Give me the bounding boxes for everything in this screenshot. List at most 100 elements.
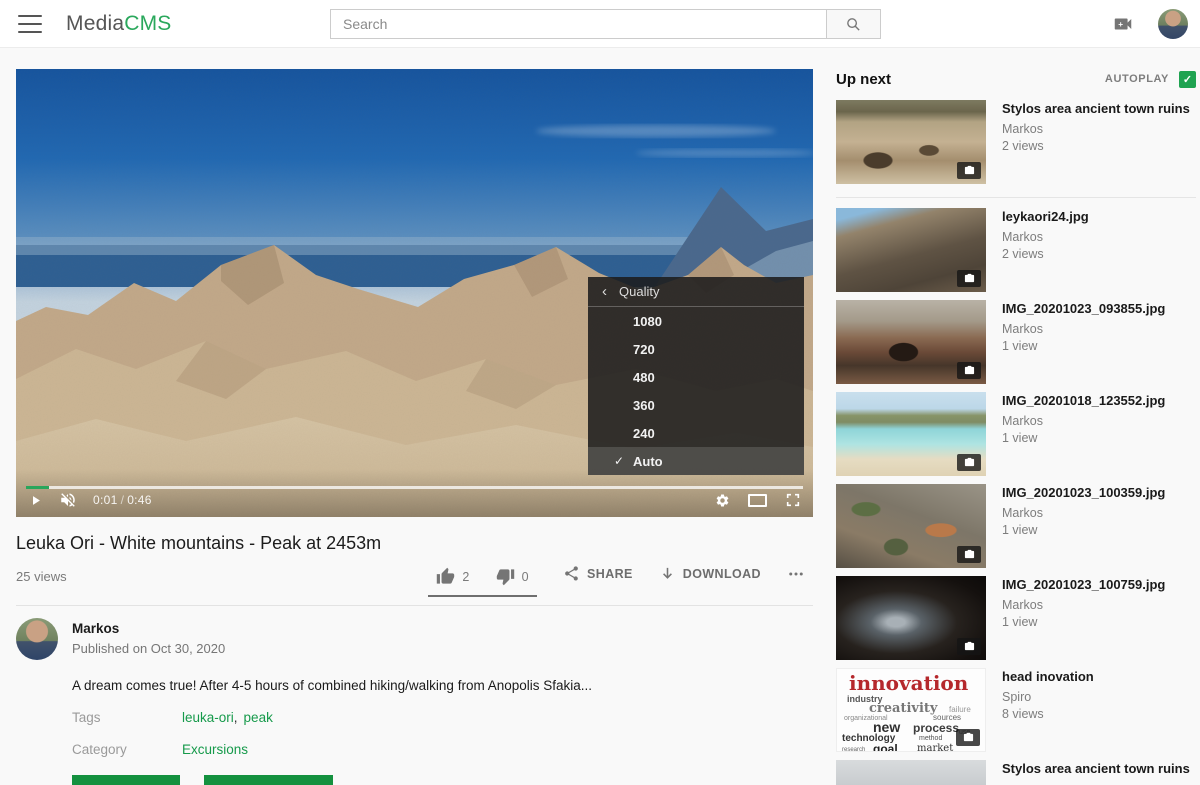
- logo[interactable]: MediaCMS: [66, 12, 171, 36]
- upload-media-button[interactable]: +: [1112, 13, 1134, 35]
- up-next-item-title[interactable]: Stylos area ancient town ruins: [1002, 101, 1196, 117]
- quality-menu-back[interactable]: ‹ Quality: [588, 277, 804, 307]
- up-next-sidebar: Up next AUTOPLAY ✓ Stylos area ancient t…: [836, 69, 1196, 785]
- camera-icon: [964, 641, 975, 652]
- media-thumbnail[interactable]: [836, 484, 986, 568]
- camera-icon: [964, 549, 975, 560]
- up-next-item[interactable]: Stylos area ancient town ruins: [836, 760, 1196, 785]
- camera-badge: [956, 729, 980, 746]
- quality-option-1080[interactable]: 1080: [588, 307, 804, 335]
- time-display: 0:01/0:46: [93, 493, 152, 507]
- quality-option-720[interactable]: 720: [588, 335, 804, 363]
- quality-option-label: 720: [633, 342, 655, 357]
- media-thumbnail[interactable]: [836, 300, 986, 384]
- up-next-item[interactable]: Stylos area ancient town ruins Markos 2 …: [836, 100, 1196, 184]
- quality-option-360[interactable]: 360: [588, 391, 804, 419]
- more-options-button[interactable]: [787, 563, 805, 583]
- gear-icon: [715, 493, 730, 508]
- fullscreen-icon: [785, 492, 801, 508]
- quality-option-label: 240: [633, 426, 655, 441]
- download-label: DOWNLOAD: [683, 567, 761, 581]
- up-next-item[interactable]: failureuseresearchmarketgoalmethodtechno…: [836, 668, 1196, 752]
- user-avatar[interactable]: [1158, 9, 1188, 39]
- media-thumbnail[interactable]: [836, 208, 986, 292]
- media-thumbnail[interactable]: [836, 100, 986, 184]
- quality-option-label: 480: [633, 370, 655, 385]
- wordcloud-word: innovation: [849, 671, 968, 695]
- up-next-item-title[interactable]: Stylos area ancient town ruins: [1002, 761, 1196, 777]
- up-next-item[interactable]: IMG_20201023_100359.jpg Markos 1 view: [836, 484, 1196, 568]
- thumb-up-icon: [436, 567, 455, 586]
- page-content: ‹ Quality 1080720480360240✓Auto 0:01/0:4…: [0, 48, 1200, 785]
- upload-video-icon: +: [1112, 13, 1134, 35]
- media-thumbnail[interactable]: failureuseresearchmarketgoalmethodtechno…: [836, 668, 986, 752]
- play-button[interactable]: [28, 493, 43, 508]
- time-separator: /: [118, 493, 128, 507]
- camera-badge: [957, 270, 981, 287]
- search-icon: [845, 16, 862, 33]
- camera-icon: [964, 273, 975, 284]
- quality-option-240[interactable]: 240: [588, 419, 804, 447]
- media-thumbnail[interactable]: [836, 760, 986, 785]
- up-next-item-title[interactable]: IMG_20201023_093855.jpg: [1002, 301, 1196, 317]
- up-next-item[interactable]: IMG_20201023_093855.jpg Markos 1 view: [836, 300, 1196, 384]
- up-next-item-views: 8 views: [1002, 707, 1196, 721]
- autoplay-label: AUTOPLAY: [1105, 73, 1169, 85]
- up-next-item-views: 2 views: [1002, 139, 1196, 153]
- camera-icon: [963, 732, 974, 743]
- settings-button[interactable]: [715, 493, 730, 508]
- quality-option-480[interactable]: 480: [588, 363, 804, 391]
- share-label: SHARE: [587, 567, 633, 581]
- up-next-item[interactable]: IMG_20201023_100759.jpg Markos 1 view: [836, 576, 1196, 660]
- like-button[interactable]: 2: [436, 565, 469, 586]
- up-next-item-title[interactable]: IMG_20201023_100359.jpg: [1002, 485, 1196, 501]
- tag-link-peak[interactable]: peak: [244, 710, 273, 725]
- autoplay-checkbox[interactable]: ✓: [1179, 71, 1196, 88]
- up-next-title: Up next: [836, 71, 891, 88]
- category-link[interactable]: Excursions: [182, 742, 248, 757]
- tag-link-leuka-ori[interactable]: leuka-ori: [182, 710, 244, 725]
- up-next-item-title[interactable]: IMG_20201018_123552.jpg: [1002, 393, 1196, 409]
- author-avatar[interactable]: [16, 618, 58, 660]
- volume-off-icon: [59, 491, 77, 509]
- view-count: 25 views: [16, 563, 67, 584]
- author-name[interactable]: Markos: [72, 621, 225, 636]
- search-input[interactable]: [330, 9, 826, 39]
- quality-option-auto[interactable]: ✓Auto: [588, 447, 804, 475]
- time-duration: 0:46: [127, 493, 152, 507]
- download-button[interactable]: DOWNLOAD: [659, 563, 761, 582]
- up-next-item-title[interactable]: leykaori24.jpg: [1002, 209, 1196, 225]
- logo-cms-text: CMS: [124, 12, 171, 35]
- camera-badge: [957, 362, 981, 379]
- top-bar: MediaCMS +: [0, 0, 1200, 48]
- wordcloud-word: method: [919, 735, 942, 742]
- quality-options: 1080 720 480 360 240 ✓Auto: [588, 307, 804, 475]
- delete-media-button[interactable]: DELETE MEDIA: [204, 775, 333, 785]
- edit-media-button[interactable]: EDIT MEDIA: [72, 775, 180, 785]
- share-icon: [563, 565, 580, 582]
- share-button[interactable]: SHARE: [563, 563, 633, 582]
- more-horizontal-icon: [787, 565, 805, 583]
- up-next-item-title[interactable]: IMG_20201023_100759.jpg: [1002, 577, 1196, 593]
- quality-menu-title: Quality: [619, 284, 659, 299]
- video-player[interactable]: ‹ Quality 1080 720 480 360 240 ✓Auto 0:01/0:4…: [16, 69, 813, 517]
- mute-button[interactable]: [59, 491, 77, 509]
- play-icon: [28, 493, 43, 508]
- up-next-item-author: Markos: [1002, 598, 1196, 612]
- media-thumbnail[interactable]: [836, 392, 986, 476]
- theater-mode-button[interactable]: [748, 494, 767, 507]
- quality-option-label: Auto: [633, 454, 663, 469]
- admin-actions: EDIT MEDIA DELETE MEDIA: [72, 775, 813, 785]
- media-thumbnail[interactable]: [836, 576, 986, 660]
- dislike-button[interactable]: 0: [496, 565, 529, 586]
- back-chevron-icon: ‹: [602, 284, 607, 299]
- up-next-item-title[interactable]: head inovation: [1002, 669, 1196, 685]
- up-next-item[interactable]: IMG_20201018_123552.jpg Markos 1 view: [836, 392, 1196, 476]
- fullscreen-button[interactable]: [785, 492, 801, 508]
- up-next-item[interactable]: leykaori24.jpg Markos 2 views: [836, 208, 1196, 292]
- quality-menu: ‹ Quality 1080 720 480 360 240 ✓Auto: [588, 277, 804, 475]
- menu-button[interactable]: [18, 15, 42, 33]
- player-controls-left: 0:01/0:46: [28, 488, 152, 512]
- search-button[interactable]: [826, 9, 881, 39]
- wordcloud-word: market: [917, 743, 953, 752]
